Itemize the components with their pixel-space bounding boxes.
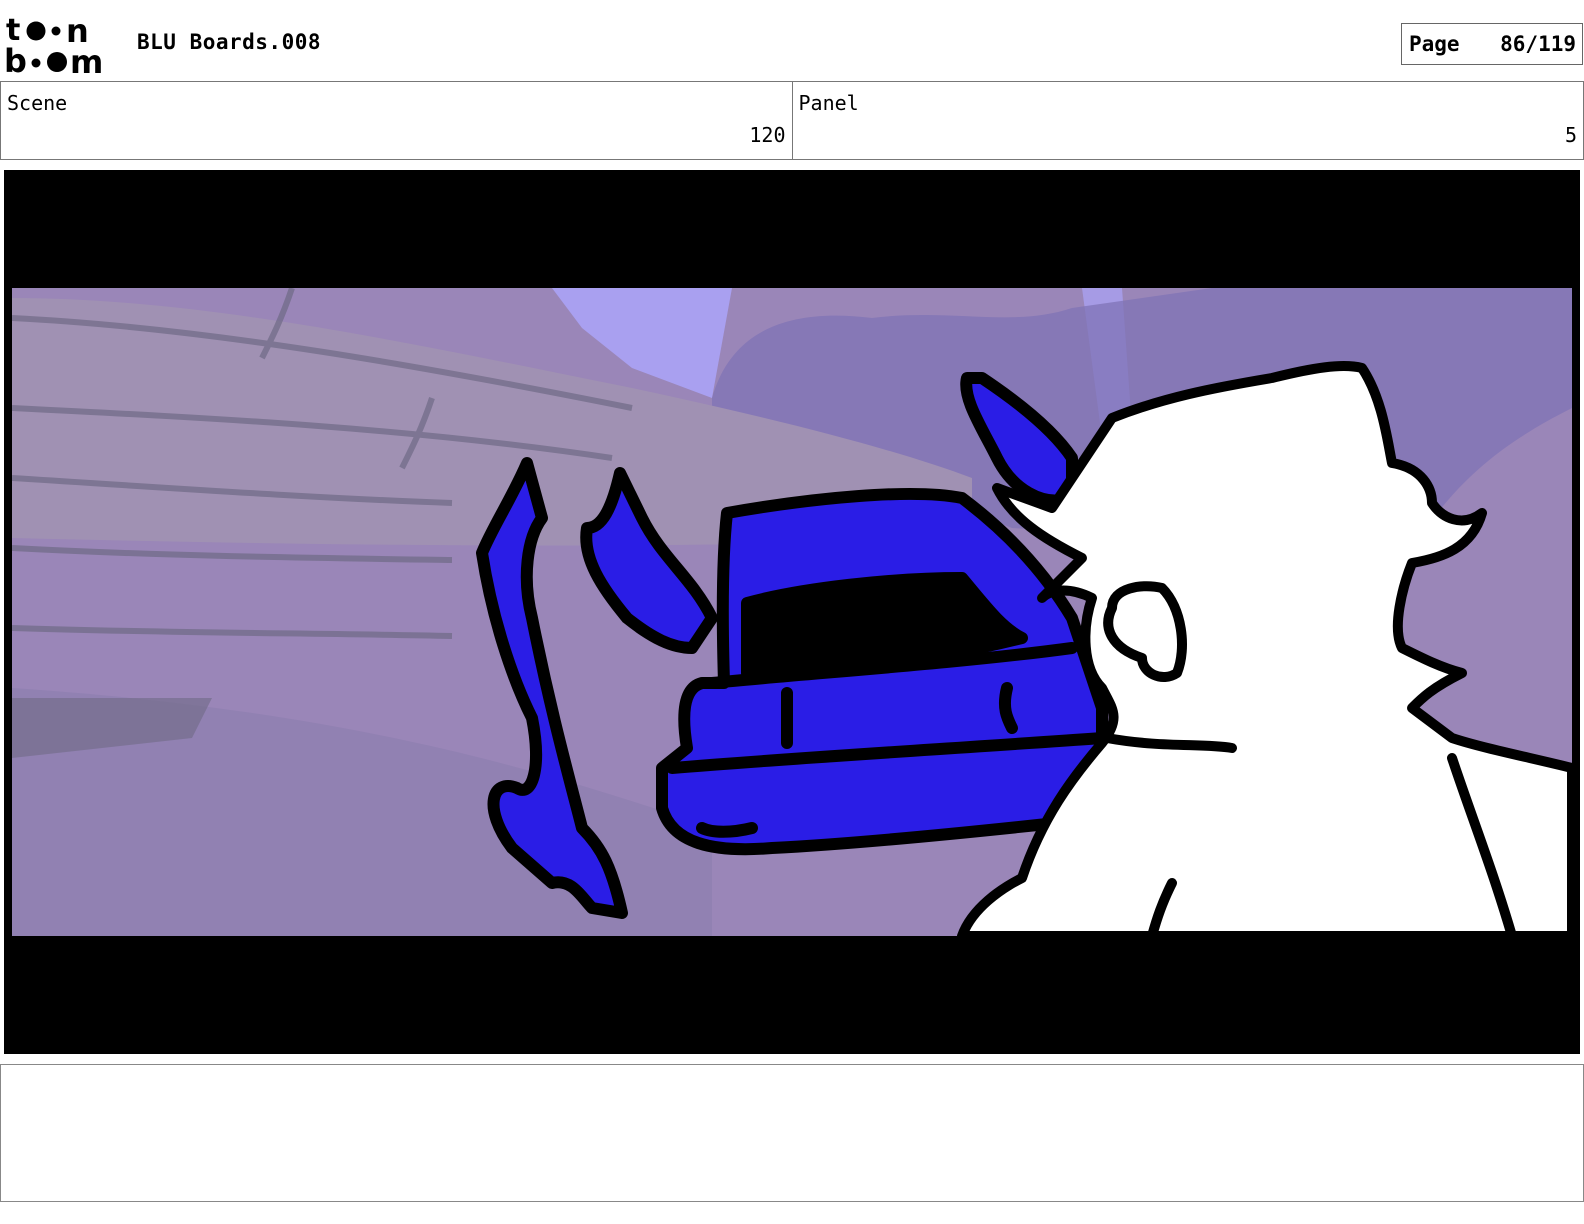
scene-number: 120	[749, 123, 786, 147]
svg-text:m: m	[70, 43, 103, 76]
toonboom-logo-icon: t n b m	[4, 14, 103, 76]
notes-box	[0, 1064, 1584, 1202]
page-indicator: Page 86/119	[1401, 23, 1583, 65]
panel-label: Panel	[798, 91, 859, 115]
svg-text:b: b	[4, 42, 27, 76]
scene-label: Scene	[7, 91, 68, 115]
scene-panel-row: Scene 120 Panel 5	[0, 81, 1584, 160]
page-label: Page	[1409, 32, 1460, 56]
document-title: BLU Boards.008	[137, 30, 322, 54]
panel-cell: Panel 5	[791, 82, 1584, 159]
storyboard-panel	[4, 170, 1580, 1054]
panel-number: 5	[1564, 123, 1577, 147]
storyboard-panel-drawing-icon	[12, 288, 1572, 936]
page-number: 86/119	[1500, 32, 1576, 56]
scene-cell: Scene 120	[1, 82, 792, 159]
